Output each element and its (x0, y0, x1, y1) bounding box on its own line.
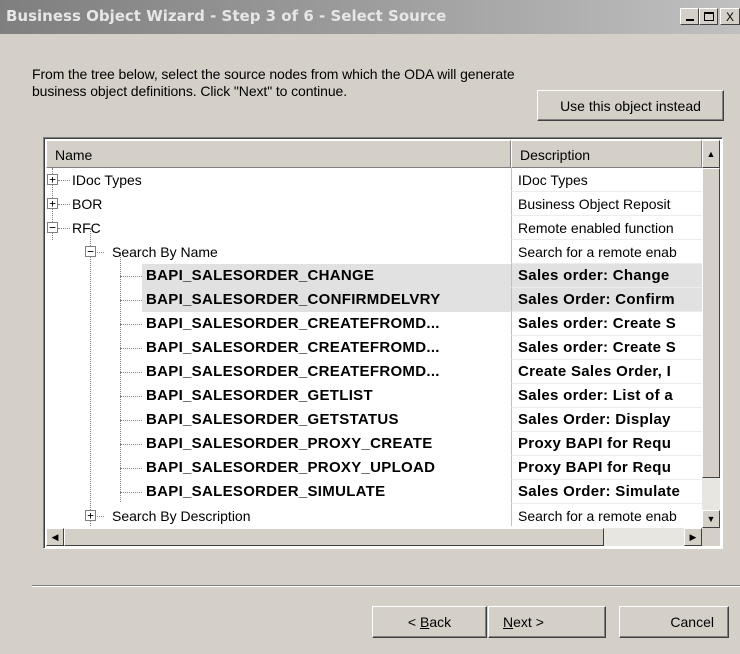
vertical-scrollbar[interactable]: ▲ ▼ (702, 140, 720, 528)
tree-node-label: RFC (72, 220, 101, 236)
scroll-up-button[interactable]: ▲ (702, 140, 720, 168)
minimize-icon (685, 19, 694, 21)
tree-row[interactable]: + IDoc Types IDoc Types (46, 168, 702, 192)
tree-node-description: Create Sales Order, I (511, 360, 702, 384)
tree-node-description: Sales order: Create S (511, 312, 702, 336)
maximize-icon (703, 12, 714, 21)
tree-node-label: BOR (72, 196, 103, 212)
tree-node-description: Sales Order: Simulate (511, 480, 702, 504)
tree-node-description: Business Object Reposit (511, 192, 702, 216)
wizard-window: Business Object Wizard - Step 3 of 6 - S… (0, 0, 740, 654)
arrow-up-icon: ▲ (706, 149, 716, 159)
column-header-description[interactable]: Description (511, 140, 702, 168)
tree-row[interactable]: BAPI_SALESORDER_PROXY_CREATE Proxy BAPI … (46, 432, 702, 456)
tree-node-description: Sales Order: Confirm (511, 288, 702, 312)
title-bar[interactable]: Business Object Wizard - Step 3 of 6 - S… (0, 0, 740, 34)
tree-node-label: BAPI_SALESORDER_GETSTATUS (146, 411, 399, 428)
expand-icon[interactable]: + (85, 510, 96, 521)
next-button-label: ext > (513, 614, 544, 630)
horizontal-scroll-thumb[interactable] (64, 528, 604, 546)
tree-row[interactable]: BAPI_SALESORDER_GETLIST Sales order: Lis… (46, 384, 702, 408)
expand-icon[interactable]: + (47, 198, 58, 209)
back-button-label: ack (429, 614, 452, 630)
tree-row[interactable]: BAPI_SALESORDER_PROXY_UPLOAD Proxy BAPI … (46, 456, 702, 480)
tree-row[interactable]: BAPI_SALESORDER_GETSTATUS Sales Order: D… (46, 408, 702, 432)
tree-node-label: BAPI_SALESORDER_CONFIRMDELVRY (142, 288, 511, 312)
tree-row[interactable]: BAPI_SALESORDER_CREATEFROMD... Sales ord… (46, 312, 702, 336)
tree-row[interactable]: BAPI_SALESORDER_SIMULATE Sales Order: Si… (46, 480, 702, 504)
tree-row[interactable]: + BOR Business Object Reposit (46, 192, 702, 216)
tree-row[interactable]: + Search By Description Search for a rem… (46, 504, 702, 526)
tree-rows: + IDoc Types IDoc Types + BOR Business O… (46, 168, 702, 526)
tree-node-description: Sales order: Create S (511, 336, 702, 360)
tree-node-label: BAPI_SALESORDER_CHANGE (142, 264, 511, 288)
column-header-name[interactable]: Name (46, 140, 511, 168)
tree-node-description: Remote enabled function (511, 216, 702, 240)
minimize-button[interactable] (680, 8, 699, 25)
arrow-left-icon: ◀ (51, 531, 59, 542)
tree-node-description: Sales Order: Display (511, 408, 702, 432)
tree-node-description: IDoc Types (511, 168, 702, 192)
tree-node-description: Search for a remote enab (511, 504, 702, 526)
vertical-scroll-thumb[interactable] (702, 168, 720, 478)
separator-line (32, 585, 740, 587)
expand-icon[interactable]: + (47, 174, 58, 185)
tree-node-description: Search for a remote enab (511, 240, 702, 264)
window-title: Business Object Wizard - Step 3 of 6 - S… (6, 7, 447, 25)
back-button-accel: B (419, 614, 430, 630)
tree-node-label: BAPI_SALESORDER_CREATEFROMD... (146, 339, 440, 356)
tree-node-label: BAPI_SALESORDER_PROXY_CREATE (146, 435, 433, 452)
tree-row[interactable]: BAPI_SALESORDER_CHANGE Sales order: Chan… (46, 264, 702, 288)
tree-node-description: Sales order: List of a (511, 384, 702, 408)
tree-node-label: Search By Name (112, 244, 218, 260)
collapse-icon[interactable]: − (85, 246, 96, 257)
tree-row[interactable]: − Search By Name Search for a remote ena… (46, 240, 702, 264)
tree-node-label: BAPI_SALESORDER_SIMULATE (146, 483, 386, 500)
tree-row[interactable]: BAPI_SALESORDER_CONFIRMDELVRY Sales Orde… (46, 288, 702, 312)
next-button[interactable]: Next > (488, 606, 606, 638)
tree-row[interactable]: BAPI_SALESORDER_CREATEFROMD... Create Sa… (46, 360, 702, 384)
scroll-left-button[interactable]: ◀ (46, 528, 64, 546)
tree-node-label: Search By Description (112, 508, 251, 524)
close-button[interactable]: X (720, 8, 740, 25)
tree-node-label: BAPI_SALESORDER_PROXY_UPLOAD (146, 459, 436, 476)
close-icon: X (725, 9, 734, 24)
back-button-prefix: < (407, 614, 420, 630)
back-button[interactable]: < Back (372, 606, 487, 638)
tree-node-description: Sales order: Change (511, 264, 702, 288)
arrow-down-icon: ▼ (706, 514, 716, 524)
tree-node-label: BAPI_SALESORDER_CREATEFROMD... (146, 363, 440, 380)
cancel-button[interactable]: Cancel (619, 606, 729, 638)
maximize-button[interactable] (699, 8, 718, 25)
source-tree[interactable]: Name Description + IDoc Types IDoc Types… (43, 137, 723, 549)
tree-node-label: BAPI_SALESORDER_GETLIST (146, 387, 373, 404)
arrow-right-icon: ▶ (689, 531, 697, 542)
tree-node-description: Proxy BAPI for Requ (511, 432, 702, 456)
tree-row[interactable]: BAPI_SALESORDER_CREATEFROMD... Sales ord… (46, 336, 702, 360)
collapse-icon[interactable]: − (47, 222, 58, 233)
scroll-right-button[interactable]: ▶ (684, 528, 702, 546)
tree-node-label: IDoc Types (72, 172, 142, 188)
scrollbar-corner (702, 528, 720, 546)
use-object-instead-button[interactable]: Use this object instead (537, 90, 724, 121)
instruction-text: From the tree below, select the source n… (32, 66, 515, 99)
tree-row[interactable]: − RFC Remote enabled function (46, 216, 702, 240)
tree-node-label: BAPI_SALESORDER_CREATEFROMD... (146, 315, 440, 332)
scroll-down-button[interactable]: ▼ (702, 510, 720, 528)
next-button-accel: N (503, 614, 514, 630)
tree-node-description: Proxy BAPI for Requ (511, 456, 702, 480)
horizontal-scrollbar[interactable]: ◀ ▶ (46, 528, 702, 546)
